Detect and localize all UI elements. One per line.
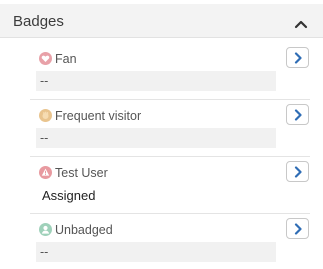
open-badge-button[interactable]	[286, 161, 309, 182]
badge-label: Test User	[55, 166, 108, 180]
badge-row-test-user: Test User Assigned	[30, 157, 310, 214]
badge-row-unbadged: Unbadged --	[30, 214, 310, 269]
open-badge-button[interactable]	[286, 47, 309, 68]
badge-value: --	[36, 71, 276, 91]
badge-row-frequent-visitor: Frequent visitor --	[30, 100, 310, 157]
user-icon	[39, 223, 52, 236]
badges-panel: Badges Fan -- Frequent visitor -- Test U…	[0, 0, 323, 269]
heart-icon	[39, 52, 52, 65]
warning-icon	[39, 166, 52, 179]
badge-value: Assigned	[36, 185, 276, 205]
badge-row-fan: Fan --	[30, 43, 310, 100]
chevron-right-icon	[294, 165, 302, 178]
chevron-right-icon	[294, 108, 302, 121]
panel-header[interactable]: Badges	[0, 4, 323, 38]
hand-icon	[39, 109, 52, 122]
open-badge-button[interactable]	[286, 104, 309, 125]
badge-label: Unbadged	[55, 223, 113, 237]
chevron-up-icon	[294, 20, 308, 29]
badge-value: --	[36, 242, 276, 262]
panel-title: Badges	[13, 13, 64, 30]
badge-label: Fan	[55, 52, 77, 66]
open-badge-button[interactable]	[286, 218, 309, 239]
chevron-right-icon	[294, 222, 302, 235]
chevron-right-icon	[294, 51, 302, 64]
collapse-button[interactable]	[290, 13, 312, 35]
badge-value: --	[36, 128, 276, 148]
badge-label: Frequent visitor	[55, 109, 142, 123]
